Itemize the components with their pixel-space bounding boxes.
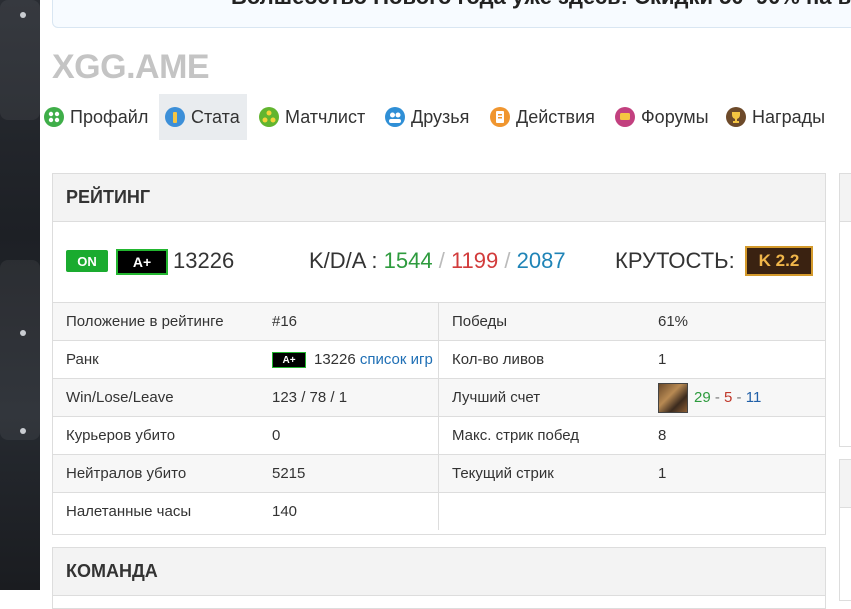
rating-value: 13226 [173,248,235,273]
coolness-badge: K 2.2 [745,246,813,276]
table-row: Налетанные часы 140 [53,492,825,530]
stat-value: 8 [645,416,825,455]
tab-friends-label: Друзья [411,106,470,127]
tab-profile[interactable]: Профайл [44,94,158,140]
stat-label: Win/Lose/Leave [53,378,259,417]
stat-label: Ранк [53,340,259,379]
stat-label: Положение в рейтинге [53,303,259,341]
stats-table: Положение в рейтинге #16 Победы 61% Ранк… [53,303,825,530]
kda-assists: 2087 [516,248,566,273]
best-assists: 11 [745,388,762,406]
profile-icon [44,107,64,127]
games-list-link[interactable]: список игр [360,351,433,368]
stat-value: 61% [645,303,825,341]
hero-portrait[interactable] [658,382,688,413]
stat-label: Лучший счет [438,378,645,417]
site-title[interactable]: XGG.AME [52,48,210,87]
stat-label: Нейтралов убито [53,454,259,493]
rating-header: РЕЙТИНГ [53,174,825,222]
best-score-cell: 29 - 5 - 11 [645,378,825,417]
kda-kills: 1544 [383,248,433,273]
side-panel [839,459,851,601]
stat-value: #16 [259,303,439,341]
kda-summary: K/D/A : 1544 / 1199 / 2087 [309,248,566,273]
rating-summary: ON A+ 13226 K/D/A : 1544 / 1199 / 2087 К… [53,222,825,303]
rating-card: РЕЙТИНГ ON A+ 13226 K/D/A : 1544 / 1199 … [52,173,826,535]
stat-label: Победы [438,303,645,341]
promo-banner[interactable]: Волшебство Нового года уже здесь! Скидки… [52,0,851,28]
rank-cell: A+ 13226 список игр [259,340,439,379]
table-row: Курьеров убито 0 Макс. стрик побед 8 [53,416,825,455]
table-row: Win/Lose/Leave 123 / 78 / 1 Лучший счет … [53,378,825,417]
tab-stats-label: Стата [191,106,240,127]
awards-icon [726,107,746,127]
grade-badge: A+ [116,249,168,275]
kda-deaths: 1199 [450,248,499,273]
table-row: Нейтралов убито 5215 Текущий стрик 1 [53,454,825,493]
forums-icon [615,107,635,127]
stat-value: 5215 [259,454,439,493]
best-kills: 29 [694,388,711,406]
stat-value: 1 [645,454,825,493]
stat-value [645,492,825,530]
stat-label: Макс. стрик побед [438,416,645,455]
tab-forums[interactable]: Форумы [615,94,715,140]
stat-label: Текущий стрик [438,454,645,493]
team-header: КОМАНДА [53,548,825,596]
tab-awards-label: Награды [752,106,826,127]
coolness-label: КРУТОСТЬ: [615,248,735,273]
friends-icon [385,107,405,127]
table-row: Положение в рейтинге #16 Победы 61% [53,303,825,341]
background-left [0,0,40,590]
table-row: Ранк A+ 13226 список игр Кол-во ливов 1 [53,340,825,379]
stat-label [438,492,645,530]
stat-label: Налетанные часы [53,492,259,530]
tab-forums-label: Форумы [641,106,709,127]
tab-friends[interactable]: Друзья [385,94,480,140]
tab-actions[interactable]: Действия [490,94,605,140]
decor-dot [20,330,26,336]
status-badge: ON [66,250,108,272]
stat-label: Курьеров убито [53,416,259,455]
matchlist-icon [259,107,279,127]
side-panel [839,173,851,447]
tab-profile-label: Профайл [70,106,149,127]
profile-tabs: Профайл Стата Матчлист Друзья Действия Ф… [40,94,851,140]
team-card: КОМАНДА [52,547,826,609]
best-deaths: 5 [724,388,733,406]
tab-matchlist[interactable]: Матчлист [259,94,374,140]
decor-dot [20,428,26,434]
stats-icon [165,107,185,127]
rank-value: 13226 [314,350,356,368]
stat-value: 123 / 78 / 1 [259,378,439,417]
kda-label: K/D/A : [309,248,378,273]
decor-dot [20,12,26,18]
actions-icon [490,107,510,127]
tab-actions-label: Действия [516,106,595,127]
tab-awards[interactable]: Награды [726,94,836,140]
stat-value: 0 [259,416,439,455]
stat-value: 1 [645,340,825,379]
main-content: Волшебство Нового года уже здесь! Скидки… [40,0,851,609]
tab-matchlist-label: Матчлист [285,106,366,127]
promo-banner-text: Волшебство Нового года уже здесь! Скидки… [231,0,851,10]
stat-label: Кол-во ливов [438,340,645,379]
tab-stats[interactable]: Стата [159,94,247,140]
stat-value: 140 [259,492,439,530]
grade-badge-small: A+ [272,352,306,369]
